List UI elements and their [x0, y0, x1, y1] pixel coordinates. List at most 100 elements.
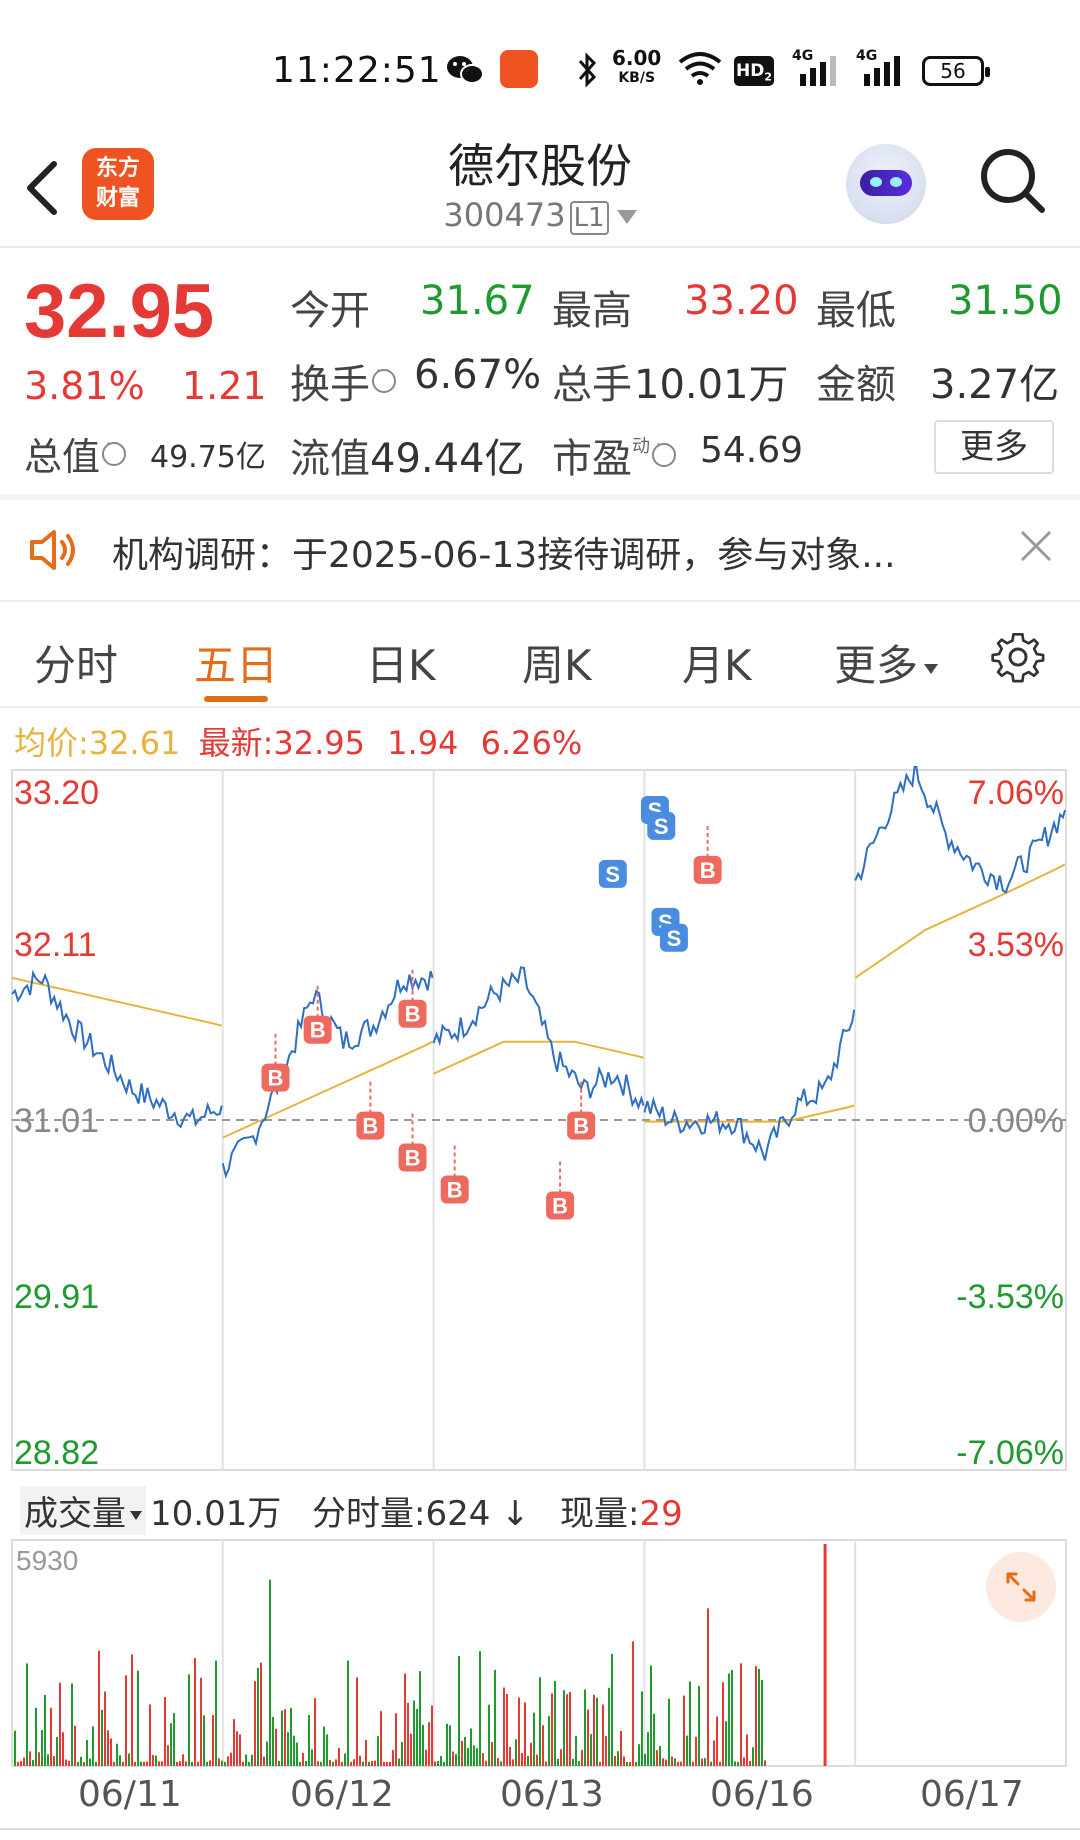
- volume-bar: [389, 1761, 391, 1766]
- volume-bar: [611, 1653, 613, 1766]
- volume-bar: [755, 1666, 757, 1766]
- volume-bar: [461, 1741, 463, 1766]
- volume-bar: [35, 1707, 37, 1766]
- expand-chart-button[interactable]: [986, 1552, 1056, 1622]
- volume-bar: [257, 1667, 259, 1766]
- volume-bar: [575, 1736, 577, 1766]
- volume-bar: [764, 1760, 766, 1766]
- tab-monthly-k[interactable]: 月K: [682, 632, 752, 693]
- volume-bar: [350, 1761, 352, 1766]
- change-percent: 3.81%: [24, 364, 145, 408]
- volume-bar: [599, 1762, 601, 1766]
- volume-bar: [359, 1755, 361, 1766]
- volume-bar: [356, 1677, 358, 1766]
- tab-more[interactable]: 更多: [834, 632, 939, 693]
- volume-bar: [284, 1709, 286, 1766]
- volume-bar: [392, 1750, 394, 1766]
- volume-bar: [401, 1741, 403, 1766]
- signal-icon: 4G: [792, 48, 842, 88]
- volume-bar: [56, 1736, 58, 1766]
- tab-weekly-k[interactable]: 周K: [522, 632, 592, 693]
- assistant-robot-icon[interactable]: [846, 144, 926, 224]
- volume-bar: [644, 1753, 646, 1766]
- date-label: 06/11: [78, 1774, 182, 1815]
- volume-bar: [197, 1761, 199, 1766]
- date-label: 06/16: [710, 1774, 814, 1815]
- volume-bar: [584, 1689, 586, 1766]
- volume-bar: [605, 1736, 607, 1766]
- wechat-icon: [447, 56, 484, 84]
- volume-bar: [740, 1663, 742, 1766]
- volume-max-label: 5930: [16, 1545, 78, 1576]
- pe-label[interactable]: 市盈动: [552, 426, 676, 484]
- mktcap-label[interactable]: 总值: [24, 426, 127, 481]
- search-icon[interactable]: [978, 146, 1048, 216]
- tab-five-day[interactable]: 五日: [194, 632, 278, 693]
- sell-marker-label: S: [605, 862, 620, 887]
- volume-bar: [518, 1697, 520, 1766]
- turnover-value: 6.67%: [414, 352, 542, 398]
- y-tick-right: 3.53%: [968, 926, 1064, 964]
- float-label: 流值: [290, 436, 370, 482]
- volume-type-dropdown[interactable]: 成交量: [20, 1486, 146, 1535]
- date-label: 06/13: [500, 1774, 604, 1815]
- volume-bar: [557, 1758, 559, 1766]
- volume-bar: [662, 1758, 664, 1766]
- volume-bar: [308, 1715, 310, 1766]
- notice-bar[interactable]: 机构调研：于2025-06-13接待调研，参与对象...: [0, 500, 1080, 600]
- low-value: 31.50: [948, 278, 1063, 324]
- tab-daily-k[interactable]: 日K: [366, 632, 436, 693]
- volume-bar: [671, 1756, 673, 1766]
- volume-bar: [314, 1698, 316, 1766]
- volume-bar: [425, 1749, 427, 1766]
- volume-bar: [50, 1707, 52, 1766]
- bottom-divider: [0, 1828, 1080, 1830]
- volume-bar: [320, 1762, 322, 1766]
- buy-marker-label: B: [310, 1018, 326, 1043]
- volume-bar: [701, 1758, 703, 1766]
- date-label: 06/17: [920, 1774, 1024, 1815]
- volume-bar: [455, 1754, 457, 1766]
- y-tick-left: 31.01: [14, 1102, 99, 1140]
- tab-intraday[interactable]: 分时: [34, 632, 118, 693]
- sell-marker-label: S: [654, 814, 669, 839]
- volume-bar: [68, 1760, 70, 1766]
- volume-bar: [368, 1761, 370, 1766]
- volume-label: 总手: [552, 362, 632, 408]
- pe-value: 54.69: [700, 430, 804, 471]
- turnover-label[interactable]: 换手: [290, 352, 396, 410]
- volume-bar: [176, 1761, 178, 1766]
- volume-bar: [227, 1756, 229, 1766]
- volume-bar: [431, 1705, 433, 1766]
- buy-marker-label: B: [362, 1114, 378, 1139]
- volume-bar: [182, 1754, 184, 1766]
- volume-bar: [281, 1710, 283, 1766]
- volume-bar: [509, 1747, 511, 1766]
- buy-marker-label: B: [552, 1194, 568, 1219]
- volume-bar: [74, 1725, 76, 1766]
- volume-bar: [305, 1761, 307, 1766]
- volume-bar: [713, 1740, 715, 1766]
- open-value: 31.67: [420, 278, 535, 324]
- volume-bar: [86, 1739, 88, 1766]
- five-day-price-chart[interactable]: 33.20 7.06% 32.11 3.53% 31.01 0.00% 29.91 -3.53…: [0, 766, 1080, 1476]
- volume-bar: [302, 1752, 304, 1766]
- volume-bar: [503, 1687, 505, 1766]
- volume-bar: [374, 1760, 376, 1766]
- volume-bar: [152, 1754, 154, 1766]
- more-quote-button[interactable]: 更多: [934, 420, 1054, 474]
- volume-bar: [203, 1715, 205, 1766]
- amount-label: 金额: [816, 362, 896, 408]
- speaker-icon: [30, 530, 75, 570]
- volume-bar: [443, 1761, 445, 1766]
- volume-bar: [362, 1761, 364, 1766]
- volume-bar: [422, 1724, 424, 1766]
- volume-bar: [32, 1760, 34, 1766]
- volume-bar: [467, 1748, 469, 1766]
- gear-icon[interactable]: [990, 628, 1046, 684]
- volume-bar: [464, 1736, 466, 1766]
- close-icon[interactable]: [1018, 528, 1054, 564]
- volume-chart[interactable]: 5930: [0, 1538, 1080, 1770]
- volume-bar: [38, 1752, 40, 1766]
- volume-bar: [482, 1753, 484, 1766]
